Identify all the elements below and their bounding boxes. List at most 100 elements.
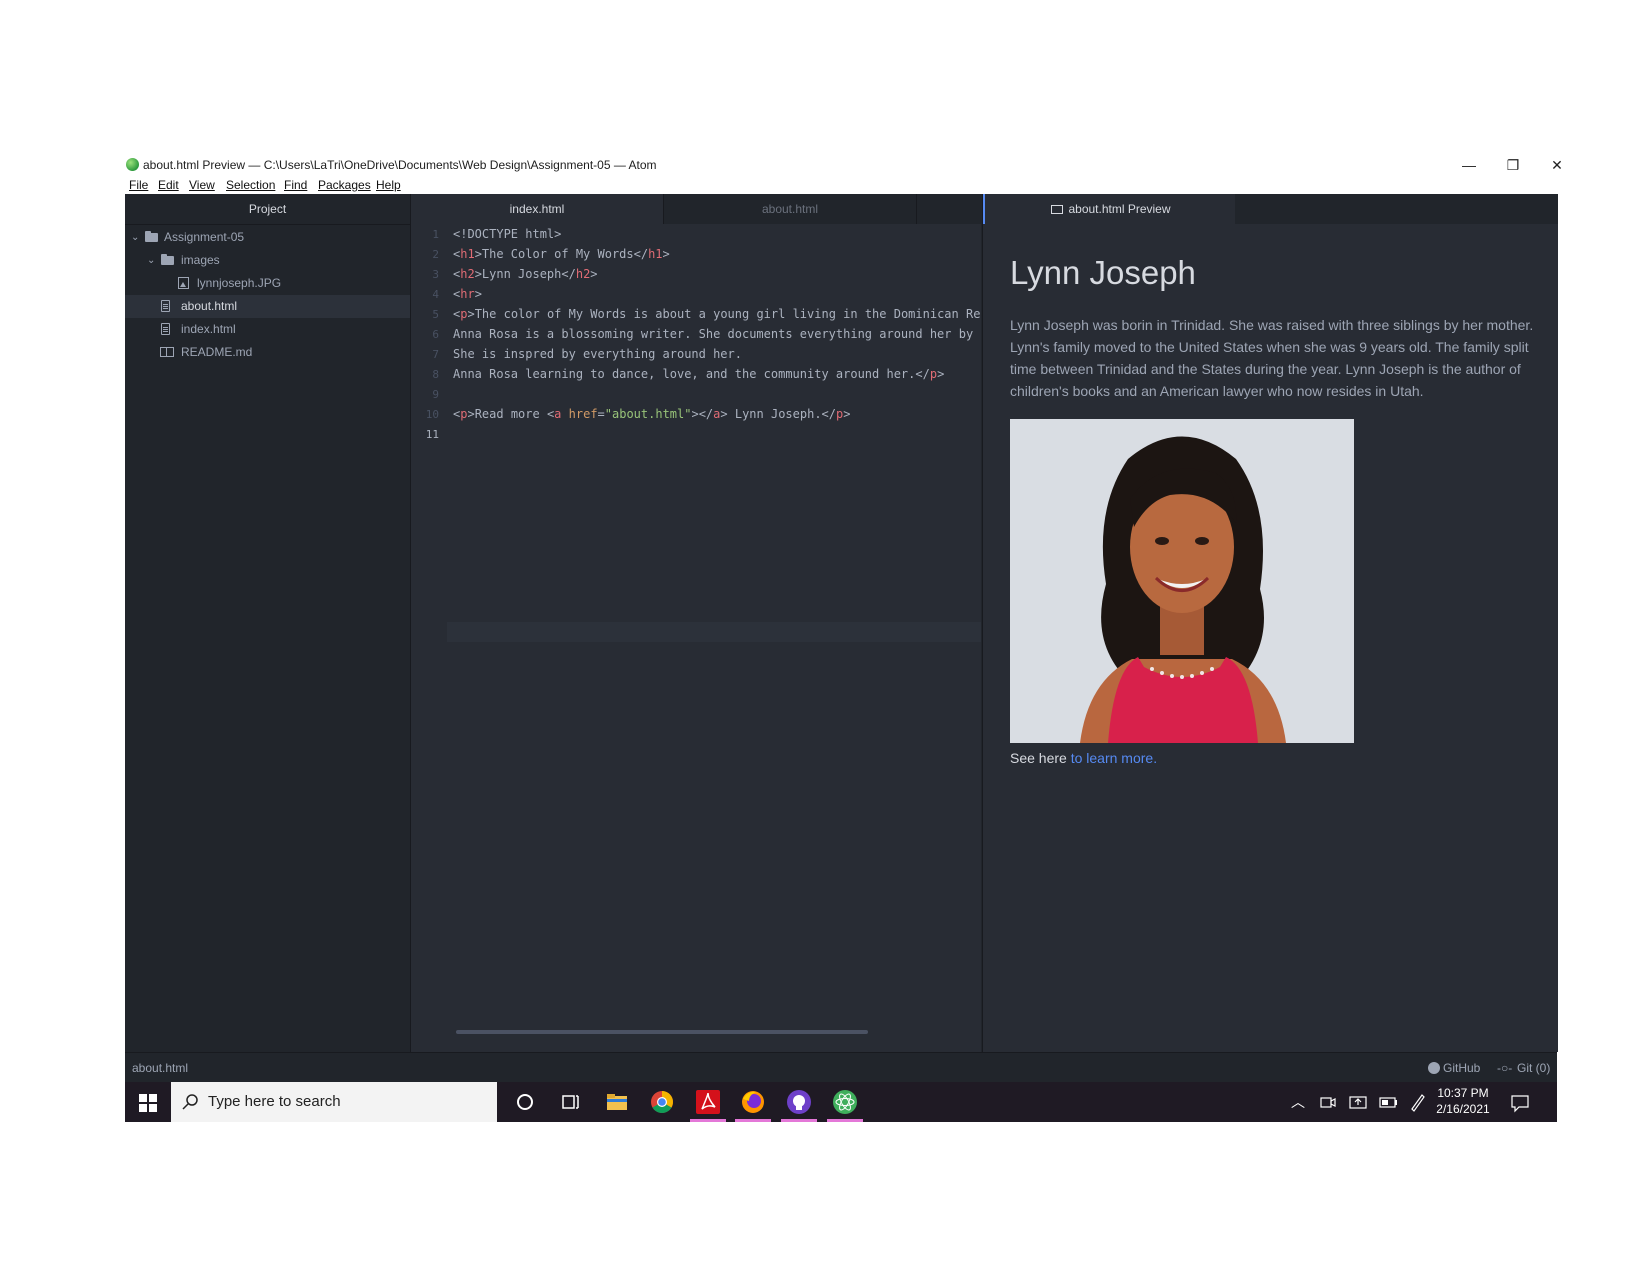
editor-area: Project ⌄ Assignment-05 ⌄ images lynnjos… [125, 194, 1558, 1094]
code-line: <h2>Lynn Joseph</h2> [453, 267, 598, 281]
task-view-icon[interactable] [555, 1087, 585, 1117]
preview-tab-label: about.html Preview [1068, 202, 1171, 216]
file-explorer-icon[interactable] [602, 1087, 632, 1117]
caption-text: See here [1010, 750, 1071, 766]
running-indicator [781, 1119, 817, 1122]
menu-file[interactable]: File [129, 178, 148, 192]
tab-index-html[interactable]: index.html [411, 194, 664, 224]
tree-item-about-html[interactable]: about.html [125, 295, 410, 318]
code-pane: index.html about.html 1 2 3 4 5 6 7 8 9 … [411, 194, 981, 1052]
chevron-up-icon[interactable]: ︿ [1291, 1082, 1305, 1122]
line-number: 9 [432, 388, 439, 401]
code-line: <!DOCTYPE html> [453, 227, 562, 241]
tree-item-label: images [181, 253, 220, 267]
code-line: <h1>The Color of My Words</h1> [453, 247, 670, 261]
close-button[interactable]: ✕ [1535, 154, 1579, 176]
menu-bar: File Edit View Selection Find Packages H… [125, 176, 1557, 194]
line-number: 3 [432, 268, 439, 281]
menu-view[interactable]: View [189, 178, 215, 192]
clock[interactable]: 10:37 PM 2/16/2021 [1433, 1082, 1493, 1122]
code-editor[interactable]: <!DOCTYPE html> <h1>The Color of My Word… [453, 224, 981, 1052]
line-number: 2 [432, 248, 439, 261]
chevron-down-icon: ⌄ [131, 232, 140, 243]
atom-app-icon [126, 158, 139, 171]
tab-about-html-preview[interactable]: about.html Preview [983, 194, 1237, 224]
taskbar-search[interactable]: Type here to search [171, 1082, 497, 1122]
folder-icon [161, 254, 174, 265]
preview-heading: Lynn Joseph [1010, 254, 1196, 291]
line-number: 6 [432, 328, 439, 341]
windows-taskbar: Type here to search ︿ 10:37 PM 2/16/2021 [125, 1082, 1557, 1122]
pen-icon[interactable] [1407, 1087, 1429, 1117]
status-bar: about.html GitHub -○- Git (0) [125, 1052, 1557, 1083]
running-indicator [690, 1119, 726, 1122]
search-icon [182, 1094, 198, 1110]
start-button[interactable] [125, 1082, 171, 1122]
chrome-icon[interactable] [647, 1087, 677, 1117]
preview-caption: See here to learn more. [1010, 750, 1157, 766]
line-number: 4 [432, 288, 439, 301]
tree-item-label: Assignment-05 [164, 230, 245, 244]
tree-item-label: README.md [181, 345, 253, 359]
editor-tab-bar: index.html about.html [411, 194, 981, 224]
preview-icon [1051, 205, 1064, 214]
menu-edit[interactable]: Edit [158, 178, 179, 192]
menu-selection[interactable]: Selection [226, 178, 275, 192]
line-number: 10 [425, 408, 439, 421]
line-number: 7 [432, 348, 439, 361]
notification-icon[interactable] [1507, 1087, 1533, 1117]
display-icon[interactable] [1347, 1087, 1369, 1117]
status-file-path[interactable]: about.html [132, 1053, 188, 1083]
line-number-gutter: 1 2 3 4 5 6 7 8 9 10 11 [411, 224, 447, 1052]
file-icon [161, 323, 170, 335]
clock-date: 2/16/2021 [1436, 1102, 1490, 1116]
code-line: Anna Rosa learning to dance, love, and t… [453, 367, 945, 381]
minimize-button[interactable]: — [1447, 154, 1491, 176]
tree-item-lynnjoseph-jpg[interactable]: lynnjoseph.JPG [125, 272, 410, 295]
atom-window: about.html Preview — C:\Users\LaTri\OneD… [125, 154, 1563, 1122]
learn-more-link[interactable]: to learn more. [1071, 750, 1157, 766]
github-desktop-icon[interactable] [784, 1087, 814, 1117]
tree-item-label: lynnjoseph.JPG [197, 276, 282, 290]
running-indicator [827, 1119, 863, 1122]
acrobat-icon[interactable] [693, 1087, 723, 1117]
markdown-preview-pane: about.html Preview Lynn Joseph Lynn Jose… [982, 194, 1558, 1052]
line-number: 1 [432, 228, 439, 241]
status-github[interactable]: GitHub [1443, 1053, 1480, 1083]
image-file-icon [178, 277, 189, 289]
menu-packages[interactable]: Packages [318, 178, 371, 192]
line-number: 11 [425, 428, 439, 441]
status-git[interactable]: Git (0) [1517, 1053, 1550, 1083]
code-line: She is inspred by everything around her. [453, 347, 742, 361]
preview-tab-bar [1235, 194, 1558, 224]
battery-icon[interactable] [1377, 1087, 1399, 1117]
tree-item-assignment-05[interactable]: ⌄ Assignment-05 [125, 226, 410, 249]
menu-help[interactable]: Help [376, 178, 401, 192]
github-icon [1428, 1053, 1440, 1083]
preview-paragraph: Lynn Joseph was borin in Trinidad. She w… [1010, 317, 1534, 399]
markdown-file-icon [160, 347, 174, 357]
git-commit-icon: -○- [1497, 1061, 1513, 1075]
atom-taskbar-icon[interactable] [830, 1087, 860, 1117]
tree-item-readme-md[interactable]: README.md [125, 341, 410, 364]
tree-header: Project [125, 194, 410, 225]
search-placeholder: Type here to search [208, 1093, 341, 1110]
restore-button[interactable]: ❐ [1491, 154, 1535, 176]
file-icon [161, 300, 170, 312]
folder-icon [145, 231, 158, 242]
menu-find[interactable]: Find [284, 178, 307, 192]
horizontal-scrollbar[interactable] [456, 1030, 868, 1034]
tree-item-label: index.html [181, 322, 236, 336]
author-portrait-image [1010, 419, 1354, 743]
tree-item-index-html[interactable]: index.html [125, 318, 410, 341]
cortana-icon[interactable] [510, 1087, 540, 1117]
code-line: <p>Read more <a href="about.html"></a> L… [453, 407, 851, 421]
code-line: <p>The color of My Words is about a youn… [453, 307, 981, 321]
tab-about-html[interactable]: about.html [664, 194, 917, 224]
meet-now-icon[interactable] [1317, 1087, 1339, 1117]
firefox-icon[interactable] [738, 1087, 768, 1117]
line-number: 8 [432, 368, 439, 381]
code-line: Anna Rosa is a blossoming writer. She do… [453, 327, 974, 341]
window-title: about.html Preview — C:\Users\LaTri\OneD… [143, 158, 657, 172]
tree-item-images[interactable]: ⌄ images [125, 249, 410, 272]
